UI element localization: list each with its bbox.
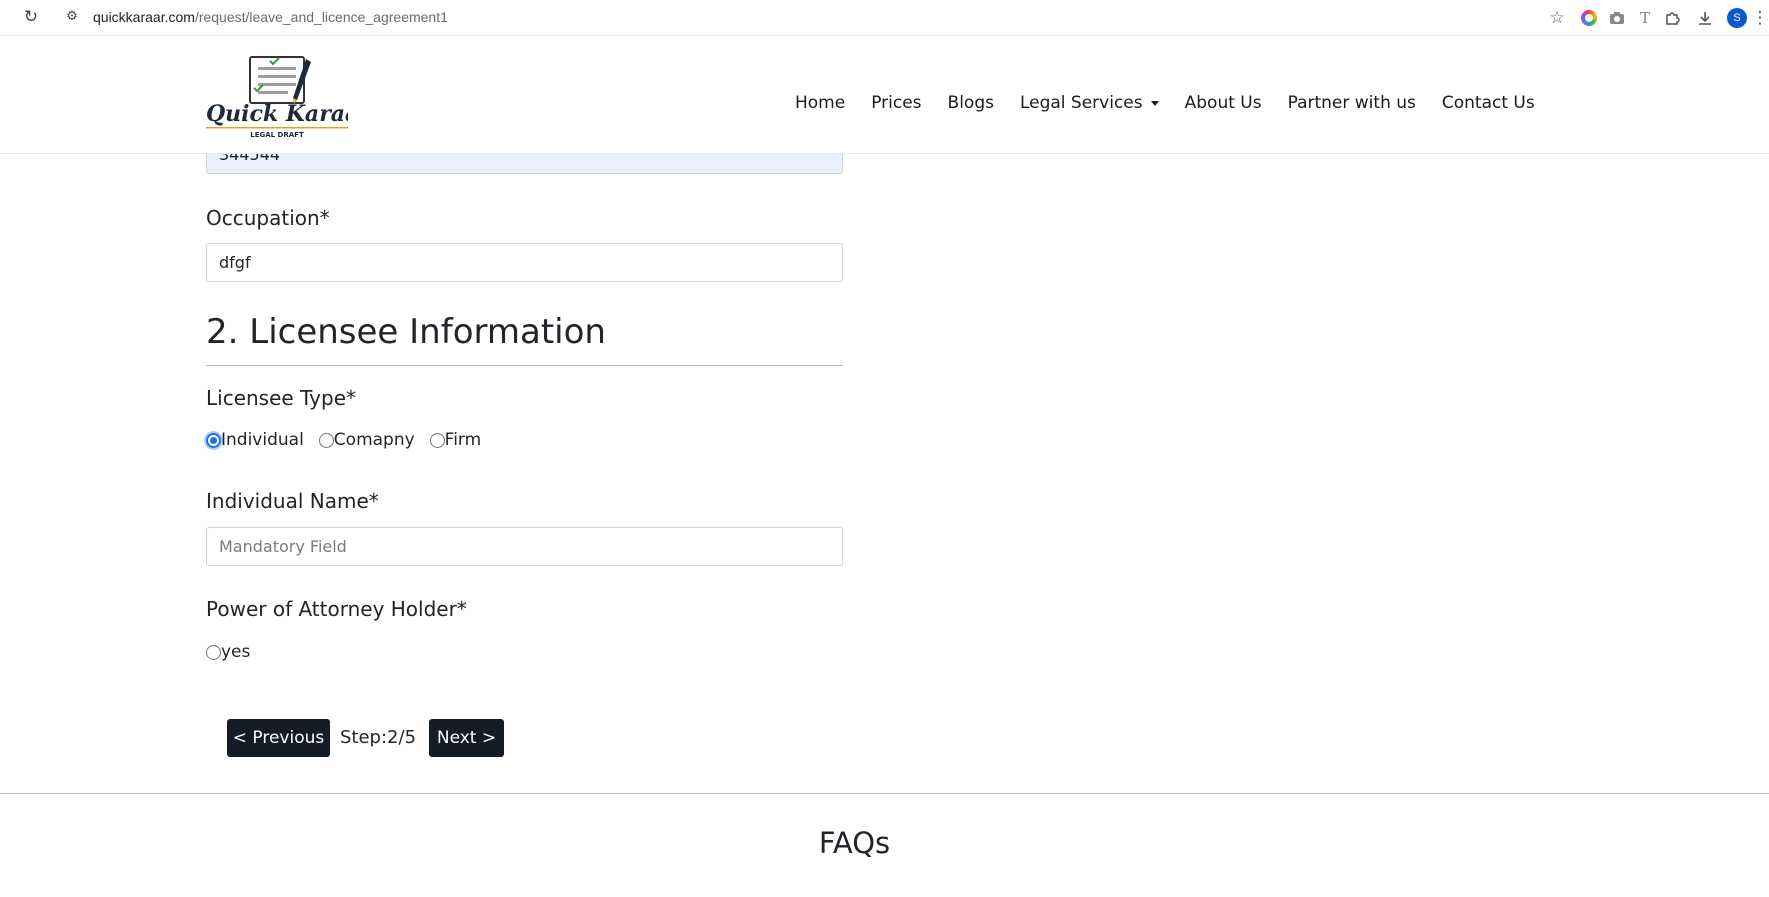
nav-legal-services-label: Legal Services (1019, 93, 1143, 113)
radio-individual[interactable] (206, 432, 221, 448)
radio-individual-label[interactable]: Individual (221, 429, 304, 451)
step-indicator: Step:2/5 (340, 727, 417, 748)
radio-company[interactable] (318, 432, 334, 448)
occupation-label: Occupation* (206, 206, 330, 230)
menu-kebab-icon[interactable]: ⋮ (1751, 4, 1769, 32)
previous-button[interactable]: < Previous (227, 719, 330, 757)
next-button[interactable]: Next > (429, 719, 504, 757)
nav-home[interactable]: Home (795, 91, 845, 115)
individual-name-label: Individual Name* (206, 489, 379, 513)
logo-tagline: LEGAL DRAFT (250, 131, 304, 139)
nav-prices[interactable]: Prices (871, 91, 921, 115)
camera-extension-icon[interactable] (1603, 4, 1631, 32)
url-path: /request/leave_and_licence_agreement1 (194, 9, 448, 25)
nav-about-us[interactable]: About Us (1185, 91, 1262, 115)
licensee-type-label: Licensee Type* (206, 386, 356, 410)
nav-partner[interactable]: Partner with us (1288, 91, 1416, 115)
color-extension-icon[interactable] (1575, 4, 1603, 32)
footer-divider (0, 793, 1769, 794)
extensions-puzzle-icon[interactable] (1659, 4, 1687, 32)
radio-poa-yes[interactable] (206, 644, 221, 660)
section-title: 2. Licensee Information (206, 312, 606, 352)
section-divider (206, 365, 843, 366)
browser-actions: ☆ T S ⋮ (1539, 4, 1769, 32)
licensee-type-radio-group: Individual Comapny Firm (206, 429, 496, 451)
radio-firm-label[interactable]: Firm (445, 429, 482, 451)
poa-label: Power of Attorney Holder* (206, 597, 467, 621)
caret-down-icon (1150, 100, 1159, 106)
nav-blogs[interactable]: Blogs (948, 91, 994, 115)
site-info-icon[interactable]: ⚙ (62, 7, 82, 27)
site-logo[interactable]: Quick Karaar LEGAL DRAFT (206, 55, 372, 139)
reload-icon[interactable]: ↻ (20, 6, 42, 28)
main-nav: Home Prices Blogs Legal Services About U… (795, 91, 1535, 115)
poa-radio-group: yes (206, 641, 265, 663)
occupation-input[interactable] (206, 243, 843, 282)
profile-avatar[interactable]: S (1723, 4, 1751, 32)
nav-legal-services[interactable]: Legal Services (1020, 91, 1159, 115)
individual-name-input[interactable] (206, 527, 843, 566)
faq-heading: FAQs (818, 826, 891, 860)
bookmark-star-icon[interactable]: ☆ (1539, 4, 1575, 32)
address-bar[interactable]: quickkaraar.com/request/leave_and_licenc… (93, 7, 448, 27)
browser-toolbar: ↻ ⚙ quickkaraar.com/request/leave_and_li… (0, 0, 1769, 36)
profile-initial: S (1727, 8, 1747, 28)
text-extension-icon[interactable]: T (1631, 4, 1659, 32)
site-header: Quick Karaar LEGAL DRAFT Home Prices Blo… (0, 37, 1769, 154)
radio-poa-yes-label[interactable]: yes (221, 641, 250, 663)
logo-text: Quick Karaar (206, 101, 348, 127)
radio-company-label[interactable]: Comapny (334, 429, 415, 451)
download-icon[interactable] (1687, 4, 1723, 32)
url-host: quickkaraar.com (93, 9, 195, 25)
nav-contact-us[interactable]: Contact Us (1442, 91, 1535, 115)
radio-firm[interactable] (429, 432, 445, 448)
